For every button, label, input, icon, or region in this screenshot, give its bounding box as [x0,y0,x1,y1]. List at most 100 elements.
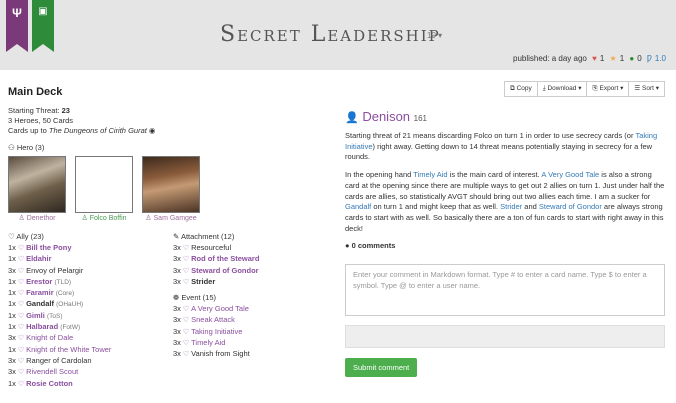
hero-name[interactable]: ♙ Sam Gamgee [142,214,200,223]
card-name[interactable]: A Very Good Tale [191,304,249,313]
card-link[interactable]: Strider [500,202,522,211]
leadership-sphere-icon: ♙ [145,215,152,222]
card-row: 3x ♡ Vanish from Sight [173,349,338,360]
spirit-sphere-icon: ♙ [81,215,88,222]
comments-heading: ● 0 comments [345,241,665,250]
cards-up-to-prefix: Cards up to [8,126,49,135]
author-name[interactable]: Denison [362,109,410,124]
card-link[interactable]: Steward of Gondor [539,202,602,211]
comments-heading-text: 0 comments [351,241,396,251]
event-section-text: Event (15) [181,293,216,303]
card-name[interactable]: Faramir [26,288,54,297]
card-name[interactable]: Halbarad [26,322,58,331]
ally-column: ♡ Ally (23) 1x ♡ Bill the Pony 1x ♡ Eldah… [8,231,173,390]
card-row: 3x ♡ Sneak Attack [173,315,338,326]
card-name[interactable]: Resourceful [191,243,231,252]
hero-card[interactable]: ♙ Denethor [8,156,66,223]
card-quantity: 3x [173,254,181,264]
card-row: 3x ♡ Envoy of Pelargir [8,266,173,277]
card-set-suffix: (Core) [55,290,75,298]
card-name[interactable]: Rod of the Steward [191,254,259,263]
text: In the opening hand [345,170,414,180]
version-badge-icon: Ƿ [646,54,652,63]
hero-name[interactable]: ♙ Folco Boffin [75,214,133,223]
text: and [522,202,539,212]
card-name[interactable]: Sneak Attack [191,315,235,324]
description-paragraph: In the opening hand Timely Aid is the ma… [345,170,665,234]
card-name[interactable]: Steward of Gondor [191,266,259,275]
card-sphere-icon: ♡ [180,245,192,252]
event-icon: ❁ [173,293,180,303]
card-sphere-icon: ♡ [15,369,27,377]
hero-section-text: Hero (3) [16,143,45,152]
card-quantity: 3x [8,367,16,377]
card-name[interactable]: Envoy of Pelargir [26,266,83,275]
card-row: 1x ♡ Erestor (TLD) [8,277,173,288]
eye-icon[interactable]: ◉ [149,126,156,135]
card-sphere-icon: ♡ [15,312,27,320]
hero-card[interactable]: ♙ Folco Boffin [75,156,133,223]
card-row: 3x ♡ Taking Initiative [173,327,338,338]
card-name[interactable]: Knight of the White Tower [26,345,111,354]
author-reputation: 161 [413,114,428,123]
hero-name[interactable]: ♙ Denethor [8,214,66,223]
card-quantity: 3x [8,355,16,365]
card-link[interactable]: Gandalf [345,202,371,211]
card-quantity: 1x [8,378,16,388]
hero-portrait-sam[interactable] [142,156,200,213]
card-quantity: 3x [173,276,181,286]
card-name[interactable]: Gimli [26,311,45,320]
card-sphere-icon: ♡ [180,328,192,336]
card-sphere-icon: ♡ [180,340,192,348]
card-row: 3x ♡ Strider [173,277,338,288]
card-row: 3x ♡ Ranger of Cardolan [8,356,173,367]
main-deck-heading: Main Deck [8,86,63,98]
card-row: 3x ♡ Resourceful [173,243,338,254]
card-set-suffix: (ToS) [46,312,63,320]
card-name[interactable]: Timely Aid [191,338,225,347]
card-quantity: 3x [173,243,181,252]
hero-portrait-folco[interactable] [75,156,133,213]
text: is the main card of interest. [447,170,542,180]
card-name[interactable]: Strider [191,277,215,286]
card-name[interactable]: Eldahir [26,254,51,263]
card-name[interactable]: Rivendell Scout [26,367,78,376]
card-name[interactable]: Taking Initiative [191,327,242,336]
card-name[interactable]: Bill the Pony [26,243,71,252]
card-name[interactable]: Knight of Dale [26,333,73,342]
card-quantity: 1x [8,288,16,298]
leadership-sphere-icon: Ψ [6,0,28,52]
comment-input[interactable]: Enter your comment in Markdown format. T… [345,264,665,317]
text: on turn 1 and might keep that as well. [371,202,501,212]
favorites-count: 1 [619,54,625,63]
card-sphere-icon: ♡ [15,324,27,332]
submit-comment-button[interactable]: Submit comment [345,358,418,378]
hero-section-label: ⚇ Hero (3) [8,143,338,152]
hero-card[interactable]: ♙ Sam Gamgee [142,156,200,223]
version-dropdown[interactable]: 10 ▾ [427,31,442,40]
card-row: 3x ♡ A Very Good Tale [173,304,338,315]
card-name[interactable]: Erestor [26,277,52,286]
card-sphere-icon: ♡ [180,317,192,325]
card-name[interactable]: Rosie Cotton [26,379,73,388]
comments-count: 0 [637,54,642,63]
cards-up-to: Cards up to The Dungeons of Cirith Gurat… [8,126,338,136]
comment-preview [345,325,665,349]
deck-meta: Starting Threat: 23 3 Heroes, 50 Cards C… [8,106,338,136]
card-name[interactable]: Ranger of Cardolan [26,356,91,365]
hero-portrait-denethor[interactable] [8,156,66,213]
card-sphere-icon: ♡ [15,357,27,365]
card-link[interactable]: Timely Aid [413,170,447,179]
card-name[interactable]: Gandalf [26,299,54,308]
card-link[interactable]: A Very Good Tale [541,170,599,179]
heart-icon[interactable]: ♥ [592,54,597,63]
cards-up-to-set: The Dungeons of Cirith Gurat [48,126,147,135]
hero-list: ♙ Denethor ♙ Folco Boffin ♙ Sam Gamgee [8,156,338,223]
card-sphere-icon: ♡ [15,278,27,286]
star-icon[interactable]: ★ [610,54,617,63]
card-sphere-icon: ♡ [180,267,192,275]
attachment-list: 3x ♡ Resourceful 3x ♡ Rod of the Steward 3… [173,243,338,288]
card-name[interactable]: Vanish from Sight [191,349,250,358]
card-quantity: 1x [8,254,16,264]
card-set-suffix: (OHaUH) [56,301,84,309]
